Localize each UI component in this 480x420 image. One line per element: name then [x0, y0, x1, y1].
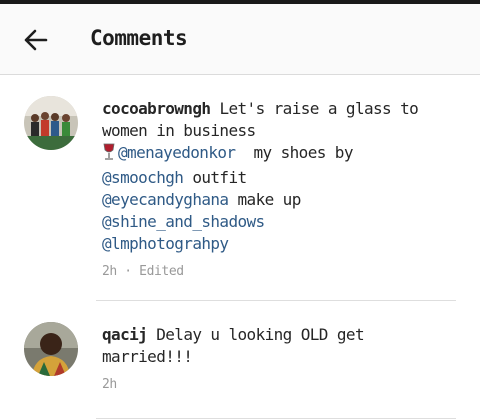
- comments-header: Comments: [0, 4, 480, 75]
- mention-link[interactable]: @smoochgh: [102, 168, 184, 187]
- avatar[interactable]: [24, 96, 78, 150]
- comment-text: my shoes by: [235, 143, 354, 162]
- comment-timestamp: 2h: [102, 264, 117, 279]
- mention-link[interactable]: @eyecandyghana: [102, 190, 229, 209]
- mention-link[interactable]: @lmphotograhpy: [102, 234, 229, 253]
- comment-timestamp: 2h: [102, 377, 117, 392]
- comment-body: cocoabrowngh Let's raise a glass to wome…: [102, 98, 462, 283]
- comment-meta: 2h: [102, 374, 462, 396]
- arrow-left-icon: [24, 29, 48, 51]
- comment-body: qacij Delay u looking OLD get married!!!…: [102, 324, 462, 396]
- page-title: Comments: [90, 26, 188, 50]
- comment-username[interactable]: qacij: [102, 325, 148, 344]
- mention-link[interactable]: @shine_and_shadows: [102, 212, 265, 231]
- divider: [96, 418, 456, 419]
- person-photo-avatar: [24, 322, 78, 376]
- group-photo-avatar: [24, 96, 78, 150]
- comment-meta: 2h · Edited: [102, 261, 462, 283]
- comment-text: make up: [228, 190, 302, 209]
- meta-separator: ·: [116, 264, 140, 279]
- comment-username[interactable]: cocoabrowngh: [102, 99, 211, 118]
- edited-label: Edited: [139, 264, 184, 279]
- comment-text: outfit: [183, 168, 247, 187]
- wine-glass-icon: [102, 143, 116, 167]
- divider: [96, 300, 456, 301]
- mention-link[interactable]: @menayedonkor: [118, 143, 236, 162]
- avatar[interactable]: [24, 322, 78, 376]
- back-button[interactable]: [20, 25, 50, 55]
